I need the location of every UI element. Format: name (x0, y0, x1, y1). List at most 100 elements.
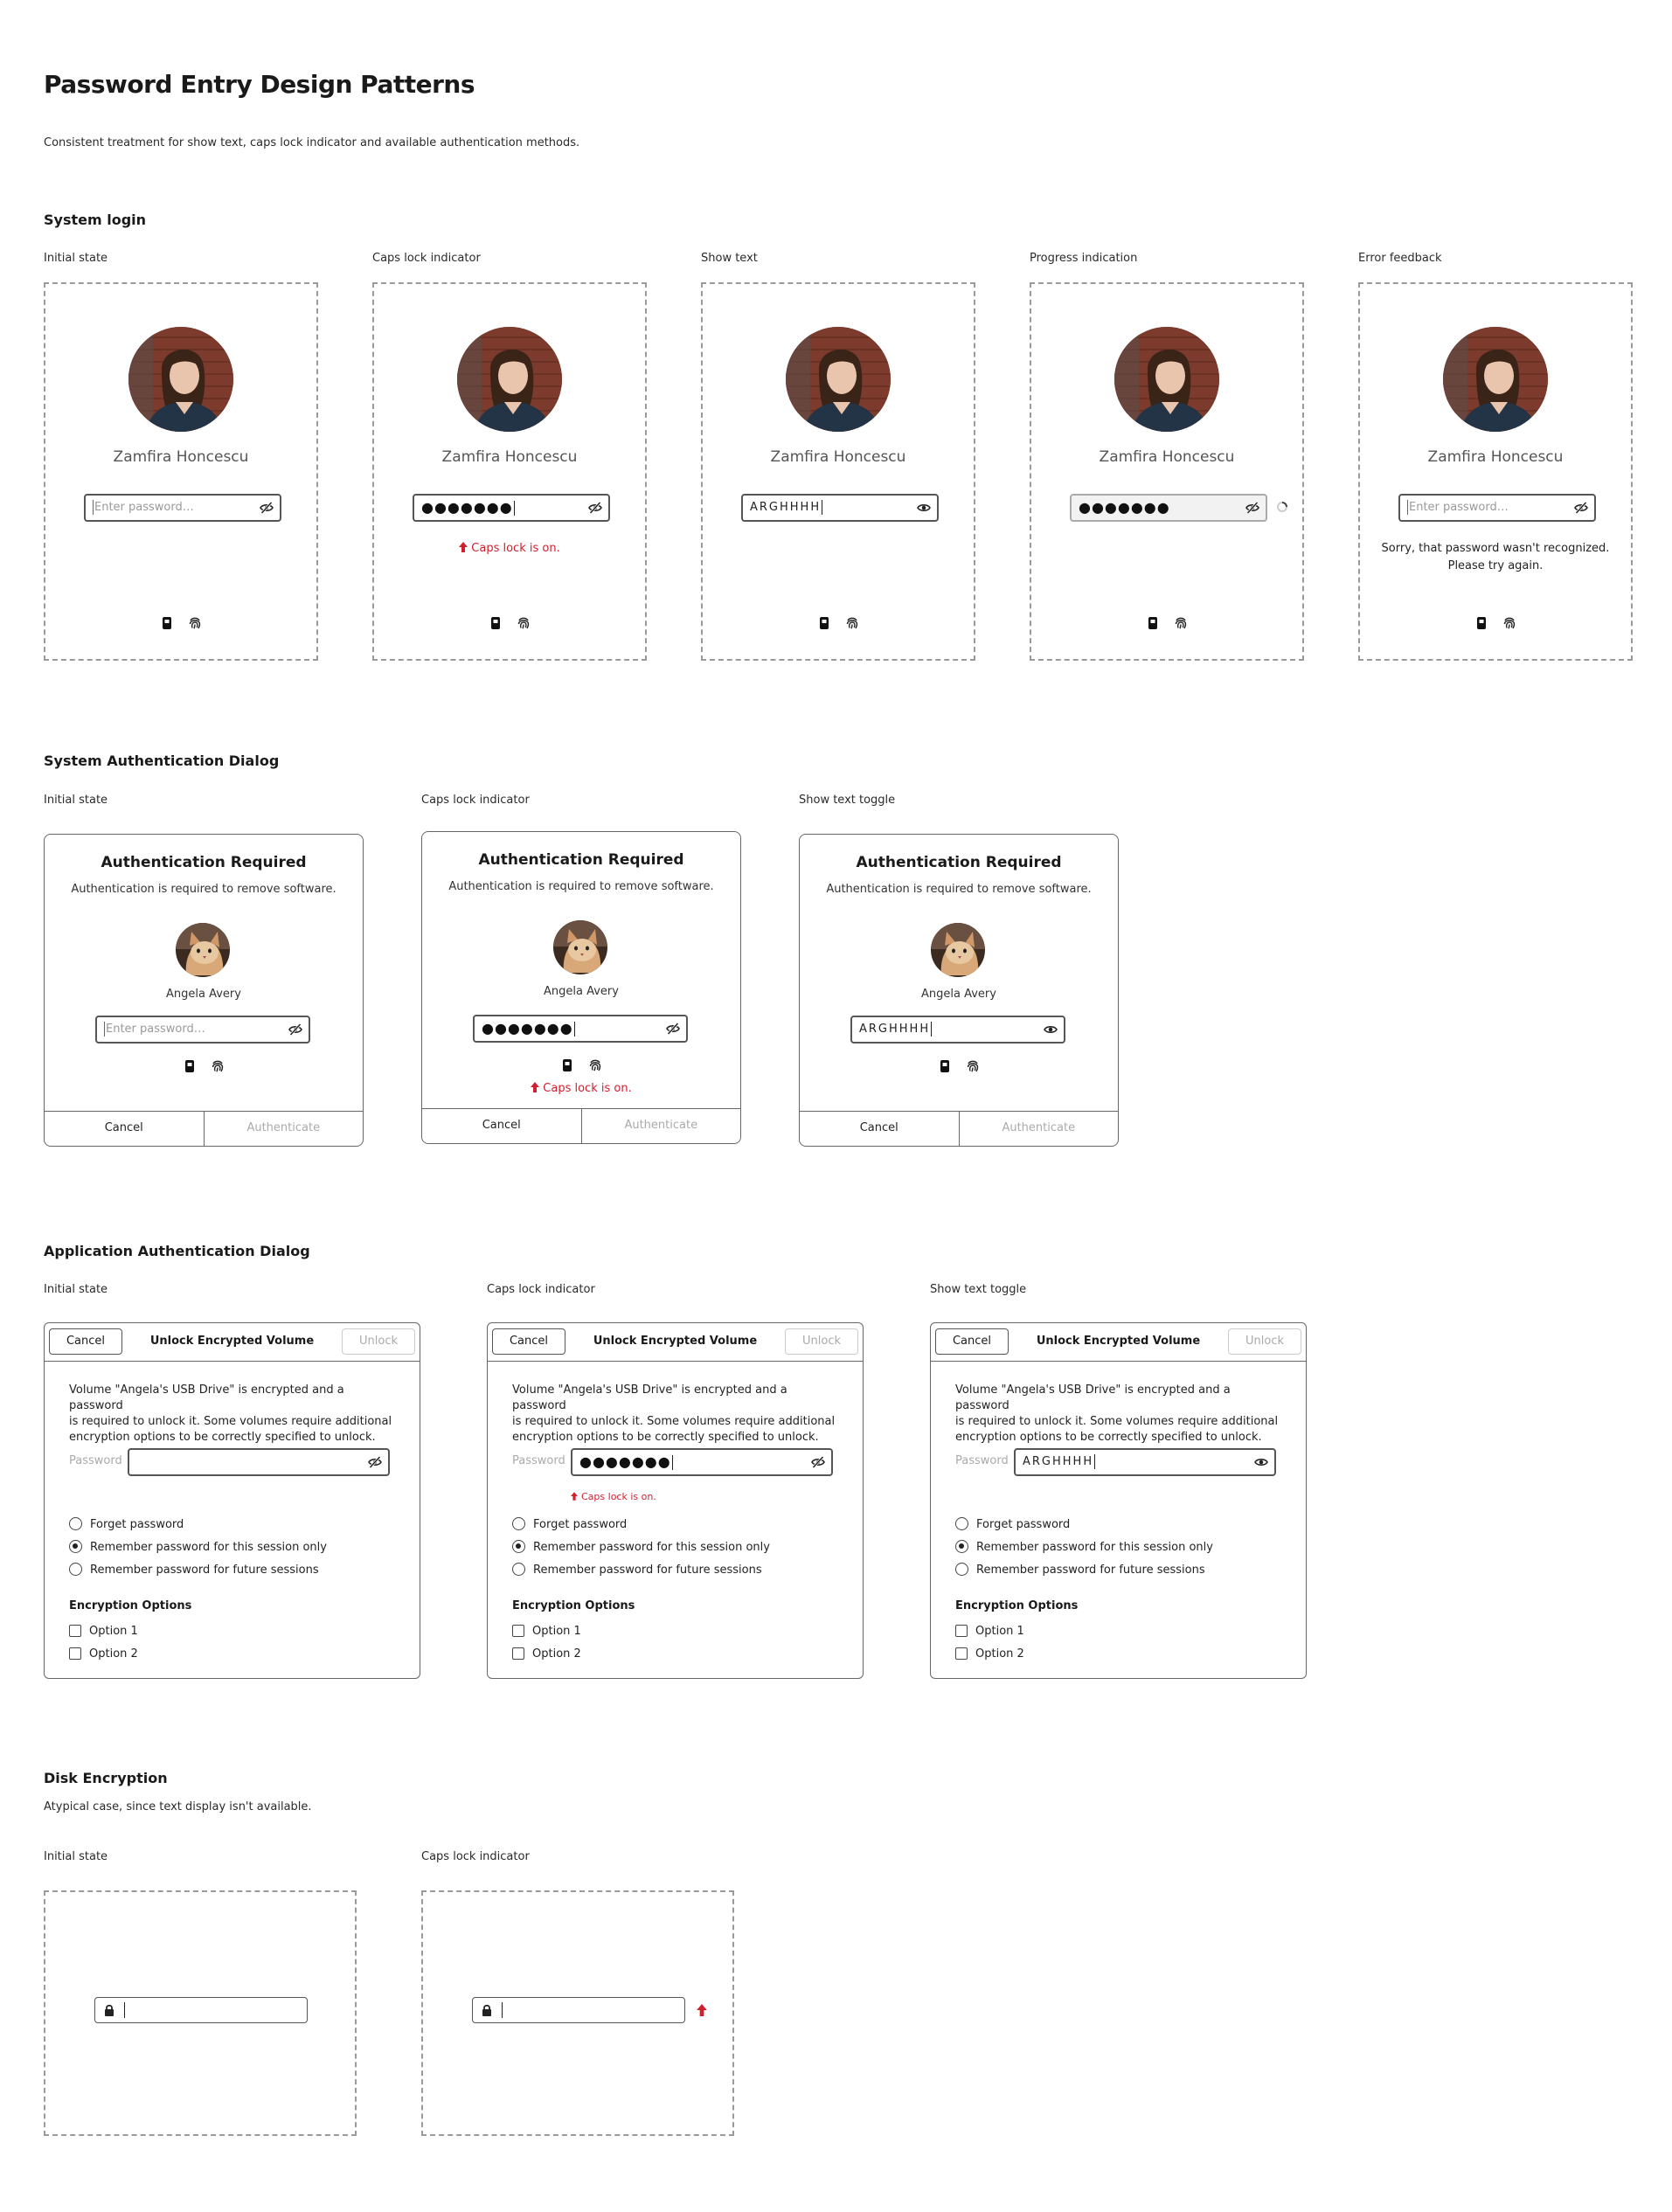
state-label: Caps lock indicator (372, 252, 481, 265)
fingerprint-icon[interactable] (966, 1059, 980, 1073)
cancel-button[interactable]: Cancel (45, 1112, 204, 1146)
password-input[interactable]: ●●●●●●● (473, 1015, 688, 1043)
checkbox-option-2[interactable]: Option 2 (69, 1647, 138, 1662)
eye-slash-icon[interactable] (288, 1023, 302, 1037)
auth-methods (800, 1057, 1118, 1074)
caps-lock-message: Caps lock is on. (374, 542, 645, 555)
password-plain-value: ARGHHHH (750, 501, 822, 514)
disk-password-input[interactable] (472, 1997, 685, 2023)
smartcard-icon[interactable] (560, 1058, 574, 1072)
encryption-options-title: Encryption Options (955, 1599, 1079, 1612)
login-card-initial: Zamfira Honcescu Enter password… (44, 282, 318, 661)
disk-frame-initial (44, 1890, 357, 2136)
radio-label: Forget password (976, 1518, 1071, 1531)
authenticate-button[interactable]: Authenticate (958, 1112, 1119, 1146)
eye-icon[interactable] (1044, 1023, 1058, 1037)
user-name: Zamfira Honcescu (113, 448, 249, 466)
caps-lock-arrow-icon (697, 2004, 707, 2016)
password-placeholder: Enter password… (1409, 501, 1509, 514)
eye-slash-icon[interactable] (368, 1455, 382, 1469)
section-title-app-auth: Application Authentication Dialog (44, 1243, 310, 1259)
password-input[interactable]: ●●●●●●● (571, 1448, 833, 1476)
eye-slash-icon[interactable] (811, 1455, 825, 1469)
eye-slash-icon[interactable] (260, 501, 274, 515)
smartcard-icon[interactable] (938, 1059, 952, 1073)
radio-remember-future[interactable]: Remember password for future sessions (512, 1563, 762, 1578)
radio-remember-future[interactable]: Remember password for future sessions (955, 1563, 1205, 1578)
password-input[interactable] (128, 1448, 390, 1476)
smartcard-icon[interactable] (817, 616, 831, 630)
smartcard-icon[interactable] (1474, 616, 1488, 630)
eye-slash-icon[interactable] (588, 501, 602, 515)
fingerprint-icon[interactable] (845, 616, 859, 630)
auth-methods (1360, 614, 1631, 631)
password-placeholder: Enter password… (94, 501, 194, 514)
unlock-button[interactable]: Unlock (1228, 1328, 1301, 1355)
radio-forget-password[interactable]: Forget password (69, 1517, 184, 1533)
cancel-button[interactable]: Cancel (935, 1328, 1009, 1355)
fingerprint-icon[interactable] (1502, 616, 1516, 630)
eye-icon[interactable] (1254, 1455, 1268, 1469)
user-avatar (1443, 327, 1548, 432)
password-input[interactable]: ARGHHHH (741, 494, 939, 522)
authenticate-button[interactable]: Authenticate (580, 1109, 741, 1143)
smartcard-icon[interactable] (183, 1059, 197, 1073)
user-name: Angela Avery (166, 988, 241, 1001)
smartcard-icon[interactable] (489, 616, 503, 630)
disk-password-input[interactable] (94, 1997, 308, 2023)
checkbox-label: Option 2 (532, 1647, 581, 1661)
radio-remember-session[interactable]: Remember password for this session only (955, 1540, 1213, 1556)
cancel-button[interactable]: Cancel (800, 1112, 959, 1146)
smartcard-icon[interactable] (160, 616, 174, 630)
app-dialog-initial: Unlock Encrypted Volume Cancel Unlock Vo… (44, 1322, 420, 1679)
cancel-button[interactable]: Cancel (492, 1328, 565, 1355)
checkbox-option-1[interactable]: Option 1 (69, 1624, 138, 1640)
radio-label: Forget password (533, 1518, 628, 1531)
checkbox-label: Option 2 (975, 1647, 1024, 1661)
fingerprint-icon[interactable] (211, 1059, 225, 1073)
radio-forget-password[interactable]: Forget password (512, 1517, 627, 1533)
password-input[interactable]: ARGHHHH (1014, 1448, 1276, 1476)
smartcard-icon[interactable] (1146, 616, 1160, 630)
password-input[interactable]: ARGHHHH (850, 1016, 1065, 1044)
radio-remember-session[interactable]: Remember password for this session only (69, 1540, 327, 1556)
user-name: Zamfira Honcescu (1099, 448, 1235, 466)
cancel-button[interactable]: Cancel (422, 1109, 581, 1143)
radio-label: Remember password for future sessions (533, 1564, 762, 1577)
password-input[interactable]: ●●●●●●● (413, 494, 610, 522)
password-input[interactable]: Enter password… (95, 1016, 310, 1044)
fingerprint-icon[interactable] (188, 616, 202, 630)
state-label: Caps lock indicator (421, 794, 530, 807)
checkbox-option-2[interactable]: Option 2 (512, 1647, 581, 1662)
dialog-description: Volume "Angela's USB Drive" is encrypted… (512, 1383, 844, 1446)
password-plain-value: ARGHHHH (1023, 1455, 1094, 1468)
cancel-button[interactable]: Cancel (49, 1328, 122, 1355)
lock-icon (104, 2004, 114, 2016)
section-title-system-login: System login (44, 211, 147, 228)
eye-slash-icon[interactable] (1574, 501, 1588, 515)
fingerprint-icon[interactable] (517, 616, 531, 630)
caps-lock-arrow-icon (531, 1082, 539, 1092)
radio-remember-future[interactable]: Remember password for future sessions (69, 1563, 319, 1578)
fingerprint-icon[interactable] (1174, 616, 1188, 630)
password-input[interactable]: Enter password… (1398, 494, 1596, 522)
state-label: Show text toggle (799, 794, 896, 807)
unlock-button[interactable]: Unlock (785, 1328, 858, 1355)
authenticate-button[interactable]: Authenticate (203, 1112, 364, 1146)
description-line: Volume "Angela's USB Drive" is encrypted… (955, 1383, 1231, 1412)
radio-remember-session[interactable]: Remember password for this session only (512, 1540, 770, 1556)
checkbox-option-1[interactable]: Option 1 (512, 1624, 581, 1640)
password-input[interactable]: Enter password… (84, 494, 281, 522)
unlock-button[interactable]: Unlock (342, 1328, 415, 1355)
checkbox-option-2[interactable]: Option 2 (955, 1647, 1024, 1662)
fingerprint-icon[interactable] (588, 1058, 602, 1072)
checkbox-label: Option 1 (975, 1625, 1024, 1638)
description-line: encryption options to be correctly speci… (69, 1431, 376, 1444)
auth-methods (422, 1056, 740, 1073)
checkbox-option-1[interactable]: Option 1 (955, 1624, 1024, 1640)
caps-lock-arrow-icon (571, 1492, 578, 1501)
radio-label: Remember password for this session only (976, 1541, 1213, 1554)
eye-slash-icon[interactable] (666, 1022, 680, 1036)
eye-icon[interactable] (917, 501, 931, 515)
radio-forget-password[interactable]: Forget password (955, 1517, 1070, 1533)
